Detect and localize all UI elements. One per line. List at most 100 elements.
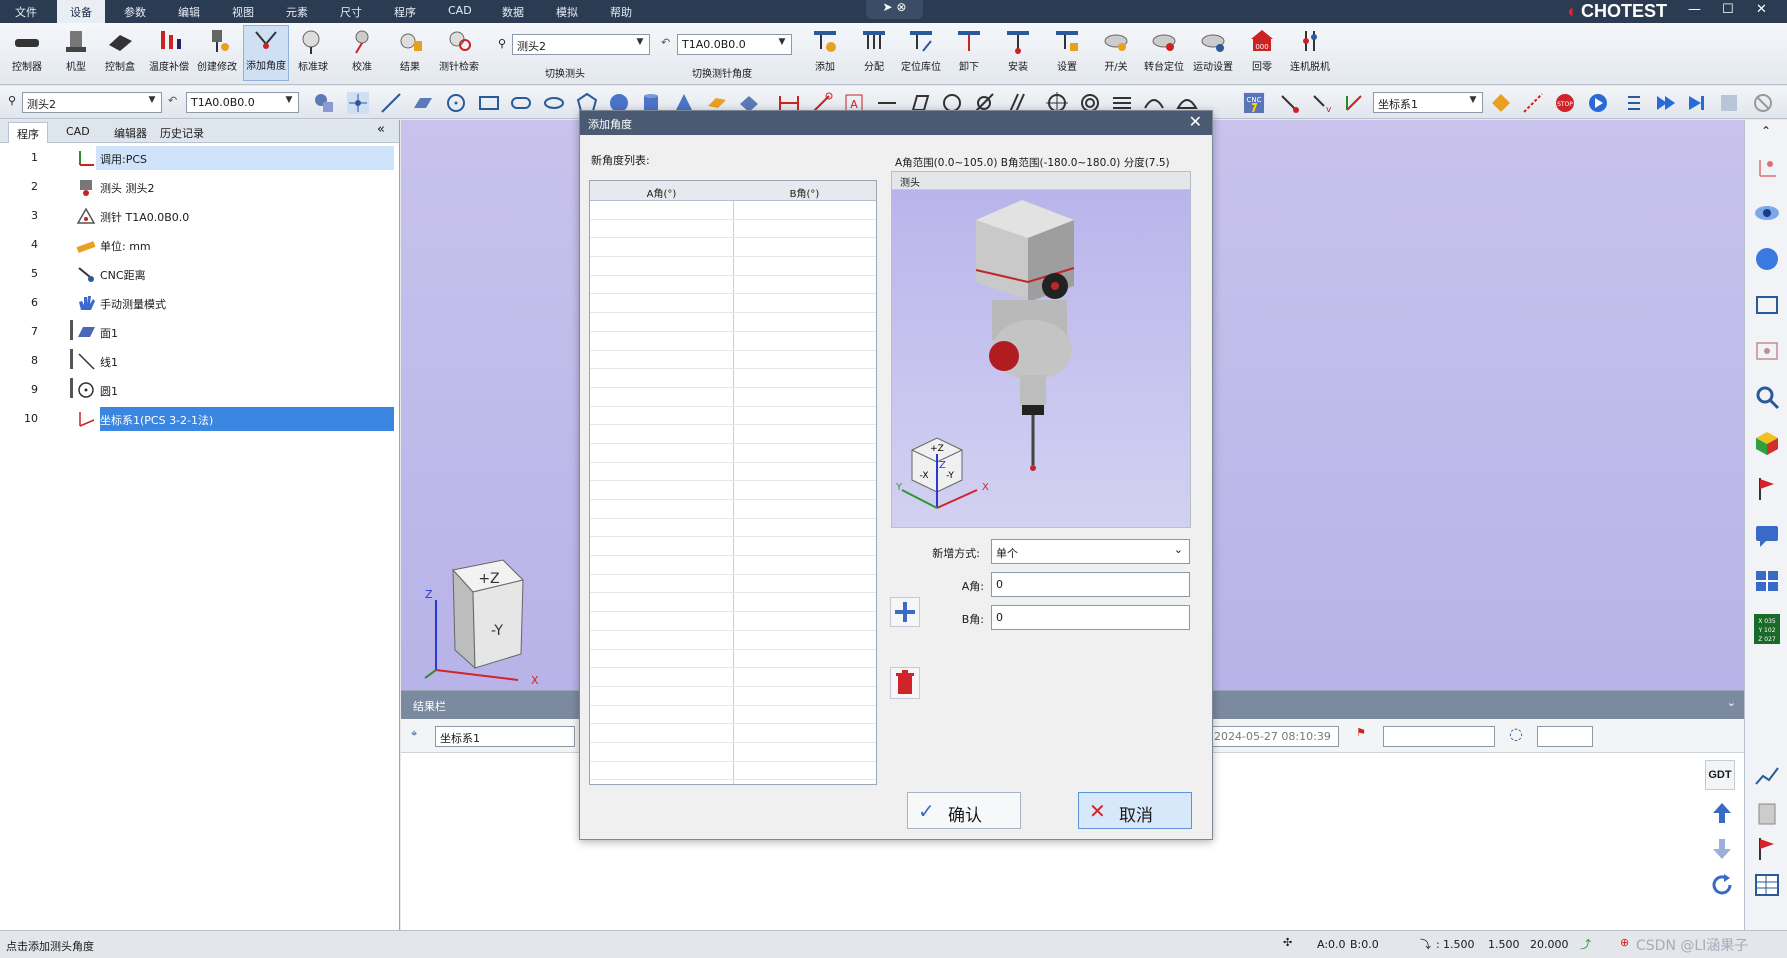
cnc-icon[interactable]: CNC	[1243, 92, 1265, 114]
refresh-icon[interactable]	[1709, 872, 1735, 898]
report-flag-icon[interactable]	[1754, 836, 1780, 862]
table-row[interactable]	[590, 631, 876, 650]
run-from-icon[interactable]	[1653, 92, 1675, 114]
chart-icon[interactable]	[1754, 764, 1780, 790]
layout-icon[interactable]	[1754, 568, 1780, 594]
mode-select[interactable]: 单个 ⌄	[991, 539, 1190, 564]
chevron-down-icon[interactable]: ▼	[775, 37, 789, 52]
ribbon-control-box[interactable]: 控制盒	[97, 27, 143, 73]
tree-row[interactable]: 1 调用:PCS	[0, 146, 396, 170]
table-row[interactable]	[590, 332, 876, 351]
menu-element[interactable]: 元素	[286, 4, 308, 20]
tree-row[interactable]: 6 手动测量模式	[0, 291, 396, 315]
chevron-down-icon[interactable]: ⌄	[1174, 543, 1183, 556]
delete-angle-button[interactable]	[890, 667, 920, 699]
fit-view-icon[interactable]	[1754, 292, 1780, 318]
table-row[interactable]	[590, 238, 876, 258]
stop-icon[interactable]: STOP	[1554, 92, 1576, 114]
sphere-view-icon[interactable]	[1754, 246, 1780, 272]
probe-select-2[interactable]: 测头2 ▼	[22, 92, 162, 113]
table-row[interactable]	[590, 463, 876, 482]
result-field-2[interactable]	[1537, 726, 1593, 747]
circle-icon[interactable]	[445, 92, 467, 114]
step-end-icon[interactable]	[1685, 92, 1707, 114]
menu-edit[interactable]: 编辑	[178, 4, 200, 20]
table-row[interactable]	[590, 369, 876, 388]
coord-system-select[interactable]: 坐标系1 ▼	[1373, 92, 1483, 113]
tab-program[interactable]: 程序	[8, 122, 48, 143]
feature-group-icon[interactable]	[313, 92, 335, 114]
clipboard-icon[interactable]	[1754, 800, 1780, 826]
menu-params[interactable]: 参数	[124, 4, 146, 20]
chevron-down-icon[interactable]: ▼	[1466, 95, 1480, 110]
table-row[interactable]	[590, 407, 876, 426]
table-row[interactable]	[590, 313, 876, 332]
eye-icon[interactable]	[1754, 200, 1780, 226]
tree-row[interactable]: 10 坐标系1(PCS 3-2-1法)	[0, 407, 396, 431]
coord-readout-icon[interactable]: X 035 Y 102 Z 027	[1754, 614, 1780, 644]
workplane-icon[interactable]	[1490, 92, 1512, 114]
ribbon-temp-comp[interactable]: 温度补偿	[146, 27, 192, 73]
ribbon-onoff[interactable]: 开/关	[1093, 27, 1139, 73]
table-row[interactable]	[590, 294, 876, 314]
chevron-down-icon[interactable]: ▼	[633, 37, 647, 52]
menu-program[interactable]: 程序	[394, 4, 416, 20]
tree-row[interactable]: 8 线1	[0, 349, 396, 373]
table-row[interactable]	[590, 481, 876, 500]
table-row[interactable]	[590, 220, 876, 239]
tree-row[interactable]: 4 单位: mm	[0, 233, 396, 257]
table-row[interactable]	[590, 575, 876, 594]
table-row[interactable]	[590, 593, 876, 613]
tab-history[interactable]: 历史记录	[160, 125, 204, 141]
ribbon-home[interactable]: 000 回零	[1239, 27, 1285, 73]
menu-simulate[interactable]: 模拟	[556, 4, 578, 20]
ellipse-icon[interactable]	[543, 92, 565, 114]
table-row[interactable]	[590, 687, 876, 706]
cancel-button[interactable]: ✕ 取消	[1078, 792, 1192, 829]
table-row[interactable]	[590, 743, 876, 762]
results-coord-field[interactable]: 坐标系1	[435, 726, 575, 747]
table-icon[interactable]	[1754, 872, 1780, 898]
ribbon-stylus-search[interactable]: 测针检索	[436, 27, 482, 73]
color-cube-icon[interactable]	[1754, 430, 1780, 456]
ribbon-settings[interactable]: 设置	[1044, 27, 1090, 73]
line-icon[interactable]	[380, 92, 402, 114]
dotted-circle-icon[interactable]: ◌	[1509, 724, 1523, 743]
tab-cad[interactable]: CAD	[66, 125, 90, 138]
collapse-panel-icon[interactable]: «	[377, 122, 385, 137]
menu-dimension[interactable]: 尺寸	[340, 4, 362, 20]
table-row[interactable]	[590, 500, 876, 519]
ribbon-add[interactable]: 添加	[802, 27, 848, 73]
zoom-icon[interactable]	[1754, 384, 1780, 410]
table-row[interactable]	[590, 537, 876, 557]
slot-icon[interactable]	[510, 92, 532, 114]
ribbon-calibrate[interactable]: 校准	[339, 27, 385, 73]
speed-icon[interactable]: v	[1310, 92, 1332, 114]
chevron-down-icon[interactable]: ▼	[145, 95, 159, 110]
ribbon-controller[interactable]: 控制器	[4, 27, 50, 73]
ribbon-result[interactable]: 结果	[387, 27, 433, 73]
angle-list-table[interactable]: A角(°) B角(°)	[589, 180, 877, 785]
tree-row[interactable]: 7 面1	[0, 320, 396, 344]
maximize-icon[interactable]: ☐	[1722, 2, 1734, 17]
table-row[interactable]	[590, 444, 876, 463]
chevron-down-icon[interactable]: ⌄	[1727, 696, 1736, 709]
tree-row[interactable]: 3 测针 T1A0.0B0.0	[0, 204, 396, 228]
table-row[interactable]	[590, 425, 876, 444]
confirm-button[interactable]: ✓ 确认	[907, 792, 1021, 829]
table-row[interactable]	[590, 257, 876, 276]
tip-select[interactable]: T1A0.0B0.0 ▼	[677, 34, 792, 55]
ribbon-motion-settings[interactable]: 运动设置	[1190, 27, 1236, 73]
tab-editor[interactable]: 编辑器	[114, 125, 147, 141]
ribbon-machine[interactable]: 机型	[53, 27, 99, 73]
ribbon-install[interactable]: 安装	[995, 27, 1041, 73]
table-row[interactable]	[590, 388, 876, 407]
ribbon-create-modify[interactable]: 创建修改	[194, 27, 240, 73]
tree-row[interactable]: 9 圆1	[0, 378, 396, 402]
ribbon-rotary-locate[interactable]: 转台定位	[1141, 27, 1187, 73]
zoom-box-icon[interactable]	[1754, 338, 1780, 364]
probe-select[interactable]: 测头2 ▼	[512, 34, 650, 55]
coordinate-icon[interactable]	[1343, 92, 1365, 114]
ribbon-connect[interactable]: 连机脱机	[1287, 27, 1333, 73]
close-circle-icon[interactable]: ⊗	[896, 0, 906, 14]
